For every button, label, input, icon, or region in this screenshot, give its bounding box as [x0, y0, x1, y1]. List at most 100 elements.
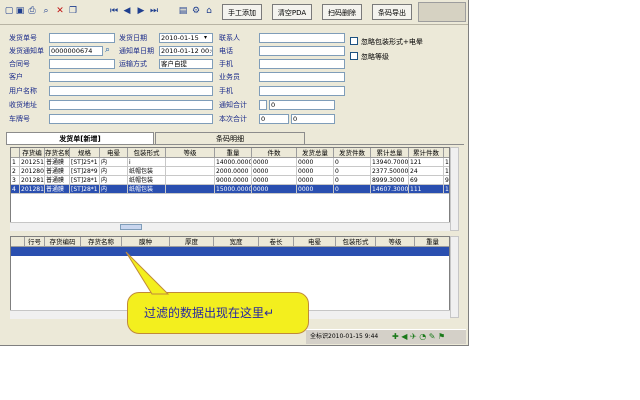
mobile2-field[interactable]: [259, 86, 345, 96]
table-cell[interactable]: 纸帽包装: [128, 176, 166, 185]
table-cell[interactable]: 14000.0000: [215, 158, 252, 167]
salesman-field[interactable]: [259, 72, 345, 82]
table-cell[interactable]: 0000: [297, 167, 334, 176]
grid1-vertical-scrollbar[interactable]: [450, 147, 459, 231]
table-cell[interactable]: 内: [100, 185, 128, 194]
table-cell[interactable]: 普通膜: [45, 158, 70, 167]
preview-icon[interactable]: ⌕: [41, 6, 51, 16]
lock-icon[interactable]: ⌂: [204, 6, 214, 16]
grid1-header-1[interactable]: 存货编: [20, 148, 45, 158]
first-icon[interactable]: ⏮: [109, 6, 119, 16]
grid1-horizontal-scrollbar[interactable]: [10, 222, 450, 231]
table-cell[interactable]: 0: [334, 158, 371, 167]
manual-add-button[interactable]: 手工添加: [222, 4, 262, 20]
table-cell[interactable]: [ST]28*9: [70, 167, 100, 176]
table-cell[interactable]: 普通膜: [45, 185, 70, 194]
table-cell[interactable]: 0000: [252, 167, 297, 176]
grid2-header-10[interactable]: 等级: [376, 237, 415, 247]
grid1-header-4[interactable]: 电晕: [100, 148, 128, 158]
table-cell[interactable]: 14607.3000: [371, 185, 409, 194]
table-row[interactable]: 4 201281 普通膜 [ST]28*1 内纸帽包装 15000.0000 0000 000…: [11, 185, 449, 194]
settings-icon[interactable]: ⚙: [191, 6, 201, 16]
table-cell[interactable]: 3: [11, 176, 20, 185]
scan-delete-button[interactable]: 扫码删除: [322, 4, 362, 20]
copy-icon[interactable]: ❐: [68, 6, 78, 16]
grid1-header-5[interactable]: 包装形式: [128, 148, 166, 158]
table-cell[interactable]: 201281: [20, 185, 45, 194]
grid1-scroll-thumb[interactable]: [120, 224, 142, 230]
table-cell[interactable]: [166, 176, 215, 185]
table-cell[interactable]: 201251: [20, 158, 45, 167]
customer-field[interactable]: [49, 72, 213, 82]
table-cell[interactable]: 0: [334, 167, 371, 176]
grid2-header-8[interactable]: 电晕: [294, 237, 336, 247]
grid2-header-9[interactable]: 包装形式: [336, 237, 376, 247]
grid2-vertical-scrollbar[interactable]: [450, 236, 459, 318]
tab-ship-order[interactable]: 发货单[新增]: [6, 132, 154, 144]
table-cell[interactable]: 121: [409, 158, 444, 167]
table-cell[interactable]: 24: [409, 167, 444, 176]
notice-total-a-field[interactable]: [259, 100, 267, 110]
table-cell[interactable]: 纸帽包装: [128, 167, 166, 176]
grid1-header-11[interactable]: 累计总量: [371, 148, 409, 158]
grid2-header-4[interactable]: 膜种: [122, 237, 170, 247]
current-total-a-field[interactable]: 0: [259, 114, 289, 124]
chevron-down-icon[interactable]: ▾: [204, 34, 207, 41]
notice-no-field[interactable]: 0000000674: [49, 46, 103, 56]
table-cell[interactable]: 内: [100, 176, 128, 185]
transport-field[interactable]: 客户自提: [159, 59, 213, 69]
grid1-header-0[interactable]: [11, 148, 20, 158]
grid2-header-2[interactable]: 存货编码: [45, 237, 81, 247]
ship-no-field[interactable]: [49, 33, 115, 43]
grid1-header-8[interactable]: 件数: [252, 148, 297, 158]
delete-icon[interactable]: ✕: [55, 6, 65, 16]
table-cell[interactable]: 4: [11, 185, 20, 194]
table-row[interactable]: 2 201280 普通膜 [ST]28*9 内纸帽包装 2000.0000 0000 0000…: [11, 167, 449, 176]
car-no-field[interactable]: [49, 114, 213, 124]
table-row[interactable]: 3 201281 普通膜 [ST]28*1 内纸帽包装 9000.0000 0000 0000…: [11, 176, 449, 185]
table-cell[interactable]: 69: [409, 176, 444, 185]
grid1-header-10[interactable]: 发货件数: [334, 148, 371, 158]
table-cell[interactable]: [166, 158, 215, 167]
grid1-header-9[interactable]: 发货总量: [297, 148, 334, 158]
last-icon[interactable]: ⏭: [149, 6, 159, 16]
grid2-header-5[interactable]: 厚度: [170, 237, 214, 247]
table-cell[interactable]: 0000: [252, 185, 297, 194]
user-name-field[interactable]: [49, 86, 213, 96]
table-cell[interactable]: 0: [334, 185, 371, 194]
table-cell[interactable]: 201281: [20, 176, 45, 185]
notice-total-b-field[interactable]: 0: [269, 100, 335, 110]
grid1-header-3[interactable]: 规格: [70, 148, 100, 158]
clear-pda-button[interactable]: 清空PDA: [272, 4, 312, 20]
table-cell[interactable]: 0000: [297, 158, 334, 167]
table-cell[interactable]: 普通膜: [45, 167, 70, 176]
ignore-pack-checkbox[interactable]: [350, 37, 358, 45]
mobile-field[interactable]: [259, 59, 345, 69]
barcode-export-button[interactable]: 条码导出: [372, 4, 412, 20]
table-cell[interactable]: 2: [11, 167, 20, 176]
table-row[interactable]: 1 201251 普通膜 [ST]25*1 内 i 14000.0000 0000 0000 0 1…: [11, 158, 449, 167]
table-cell[interactable]: 0000: [297, 176, 334, 185]
table-cell[interactable]: 2000.0000: [215, 167, 252, 176]
table-cell[interactable]: 13940.7000: [371, 158, 409, 167]
save-icon[interactable]: ▣: [15, 6, 25, 16]
table-cell[interactable]: 9000.0000: [215, 176, 252, 185]
table-cell[interactable]: 0000: [297, 185, 334, 194]
grid2-header-0[interactable]: [11, 237, 25, 247]
table-cell[interactable]: 纸帽包装: [128, 185, 166, 194]
grid1-header-7[interactable]: 重量: [215, 148, 252, 158]
table-cell[interactable]: 2377.50000: [371, 167, 409, 176]
prev-icon[interactable]: ◀: [122, 6, 132, 16]
phone-field[interactable]: [259, 46, 345, 56]
contract-no-field[interactable]: [49, 59, 115, 69]
table-cell[interactable]: 201280: [20, 167, 45, 176]
export-icon[interactable]: ▤: [178, 6, 188, 16]
search-icon[interactable]: ⌕: [105, 45, 110, 55]
ignore-grade-checkbox[interactable]: [350, 52, 358, 60]
table-cell[interactable]: 1: [11, 158, 20, 167]
tray-icon[interactable]: ✚ ◀ ✈ ◔ ✎ ⚑: [392, 330, 445, 344]
taskbar-label[interactable]: 全标识: [310, 330, 328, 344]
table-cell[interactable]: 普通膜: [45, 176, 70, 185]
grid2-header-7[interactable]: 卷长: [259, 237, 294, 247]
contact-field[interactable]: [259, 33, 345, 43]
